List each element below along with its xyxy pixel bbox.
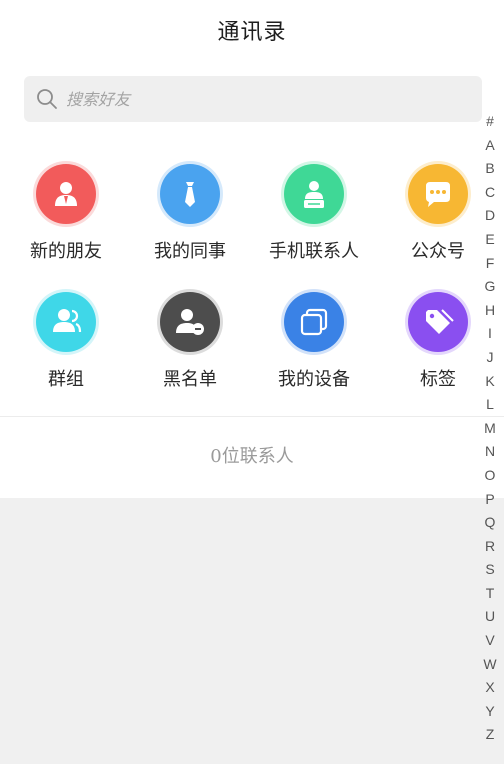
page-title: 通讯录 [217, 20, 287, 45]
alphabet-index-bar[interactable]: # A B C D E F G H I J K L M N O P Q R S T U V W X Y Z [478, 110, 502, 747]
shortcut-label: 我的设备 [278, 369, 350, 390]
shortcut-blacklist[interactable]: 黑名单 [140, 288, 240, 408]
contact-count: 0位联系人 [210, 446, 294, 467]
index-letter[interactable]: P [478, 488, 502, 512]
shortcut-colleagues[interactable]: 我的同事 [140, 160, 240, 280]
index-letter[interactable]: K [478, 370, 502, 394]
index-letter[interactable]: D [478, 204, 502, 228]
group-icon [36, 292, 96, 352]
index-letter[interactable]: U [478, 605, 502, 629]
search-bar[interactable] [24, 76, 482, 122]
shortcut-label: 手机联系人 [269, 241, 359, 262]
shortcut-my-devices[interactable]: 我的设备 [264, 288, 364, 408]
index-letter[interactable]: A [478, 134, 502, 158]
index-letter[interactable]: J [478, 346, 502, 370]
device-icon [284, 292, 344, 352]
index-letter[interactable]: Y [478, 700, 502, 724]
index-letter[interactable]: F [478, 252, 502, 276]
search-input[interactable] [66, 76, 466, 122]
index-letter[interactable]: S [478, 558, 502, 582]
index-letter[interactable]: R [478, 535, 502, 559]
index-letter[interactable]: L [478, 393, 502, 417]
index-letter[interactable]: Z [478, 723, 502, 747]
divider [0, 416, 504, 417]
shortcut-label: 新的朋友 [30, 241, 102, 262]
shortcut-label: 我的同事 [154, 241, 226, 262]
shortcut-new-friends[interactable]: 新的朋友 [16, 160, 116, 280]
index-letter[interactable]: O [478, 464, 502, 488]
contacts-panel: 通讯录 新的朋友 我的同事 手机联系人 [0, 0, 504, 498]
index-letter[interactable]: G [478, 275, 502, 299]
search-icon [37, 89, 57, 109]
index-letter[interactable]: W [478, 653, 502, 677]
shortcut-tags[interactable]: 标签 [388, 288, 488, 408]
index-letter[interactable]: Q [478, 511, 502, 535]
shortcut-official-accounts[interactable]: 公众号 [388, 160, 488, 280]
index-letter[interactable]: T [478, 582, 502, 606]
chat-bubble-icon [408, 164, 468, 224]
blacklist-icon [160, 292, 220, 352]
index-letter[interactable]: I [478, 322, 502, 346]
shortcut-phone-contacts[interactable]: 手机联系人 [264, 160, 364, 280]
index-letter[interactable]: # [478, 110, 502, 134]
index-letter[interactable]: H [478, 299, 502, 323]
index-letter[interactable]: C [478, 181, 502, 205]
new-friend-icon [36, 164, 96, 224]
index-letter[interactable]: V [478, 629, 502, 653]
shortcut-label: 群组 [48, 369, 84, 390]
shortcut-label: 黑名单 [163, 369, 217, 390]
index-letter[interactable]: E [478, 228, 502, 252]
index-letter[interactable]: N [478, 440, 502, 464]
index-letter[interactable]: B [478, 157, 502, 181]
index-letter[interactable]: M [478, 417, 502, 441]
tag-icon [408, 292, 468, 352]
phone-contact-icon [284, 164, 344, 224]
colleague-tie-icon [160, 164, 220, 224]
shortcut-groups[interactable]: 群组 [16, 288, 116, 408]
index-letter[interactable]: X [478, 676, 502, 700]
